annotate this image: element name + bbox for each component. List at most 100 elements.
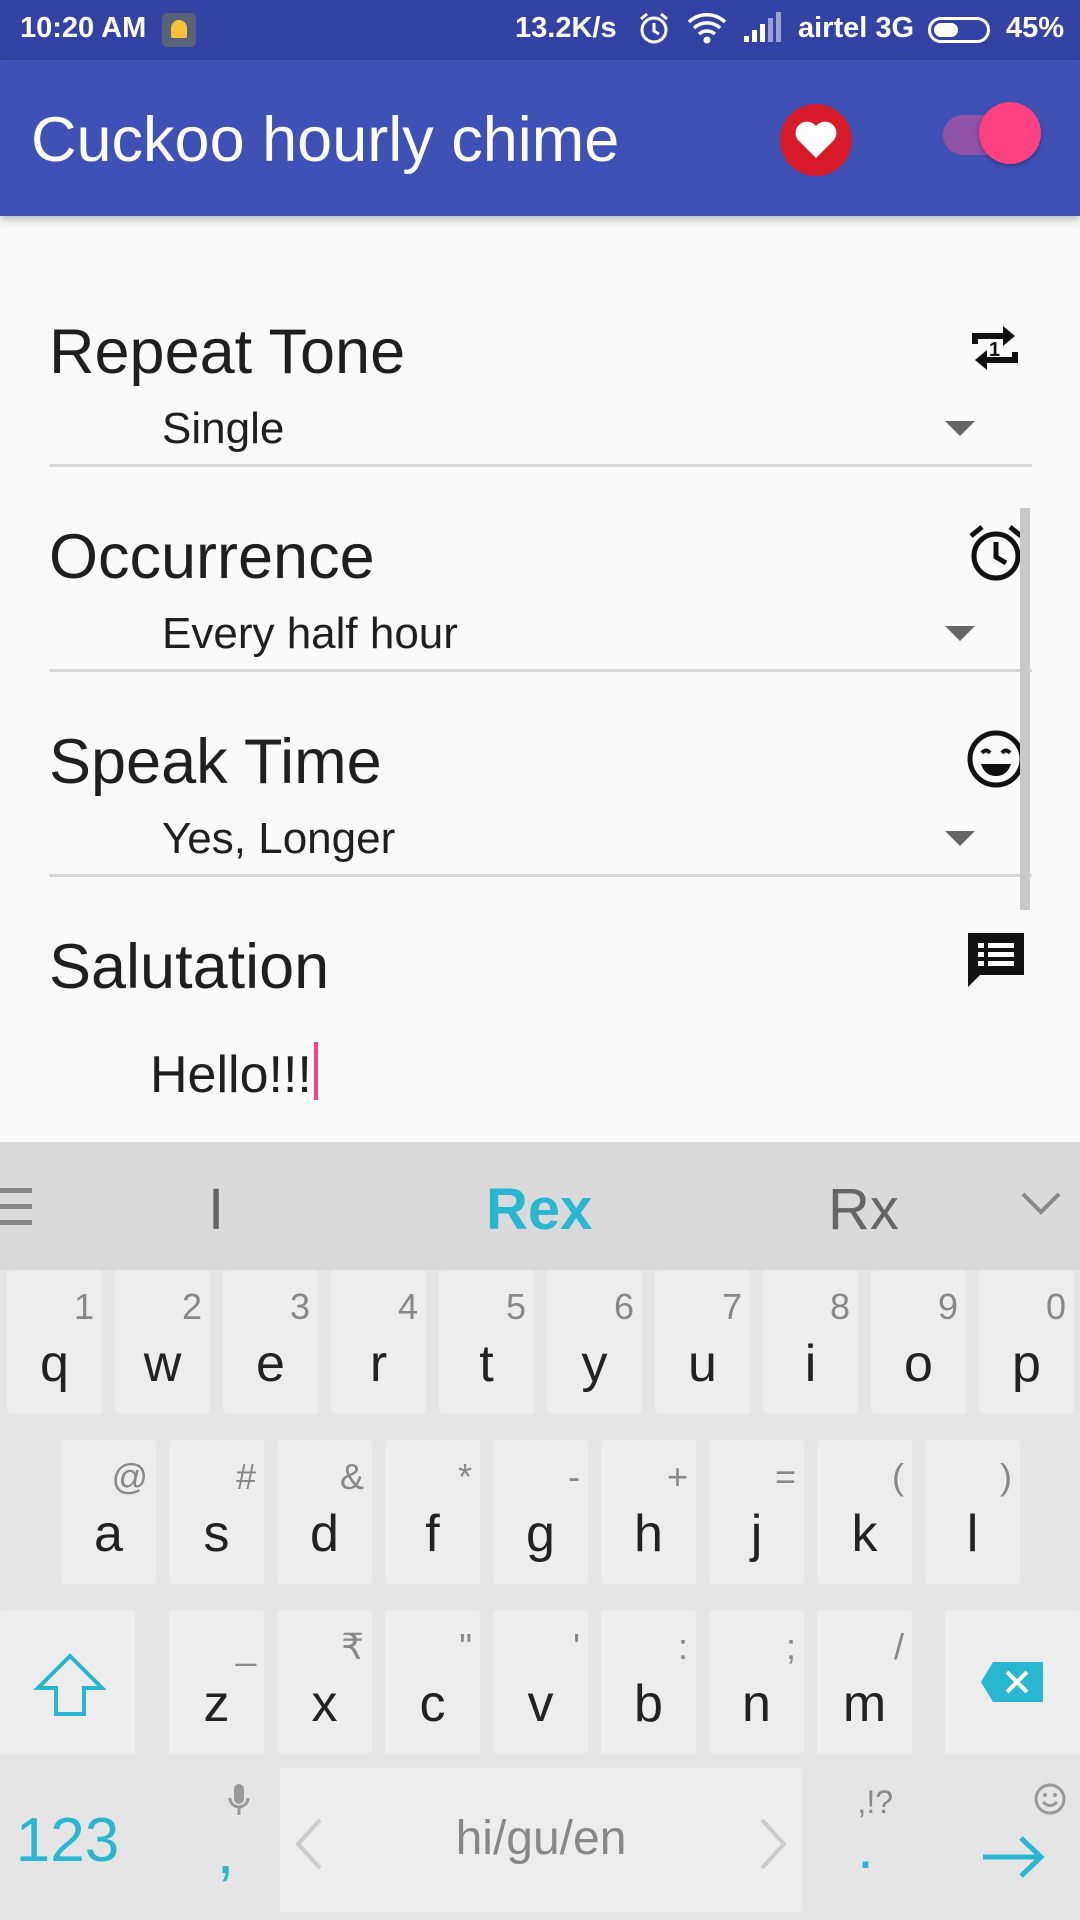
dropdown-value: Yes, Longer [162,814,396,863]
key-hint: 5 [505,1286,526,1327]
key-char: i [804,1335,817,1393]
key-hint: _ [235,1626,256,1667]
key-n[interactable]: ; n [709,1610,804,1754]
status-time: 10:20 AM [20,12,147,44]
key-l[interactable]: ) l [925,1440,1020,1584]
battery-icon [928,17,990,43]
key-hint: : [677,1626,688,1667]
suggestion-main[interactable]: Rex [486,1176,592,1243]
key-char: g [526,1505,555,1563]
microphone-icon [228,1784,250,1815]
key-k[interactable]: (k [817,1440,912,1584]
status-bar: 10:20 AM 13.2K/s airtel 3G 45% [0,0,1080,60]
heart-icon [795,121,837,158]
backspace-key[interactable] [945,1610,1080,1754]
shift-key[interactable] [0,1610,135,1754]
key-o[interactable]: 9o [871,1270,966,1414]
period-key[interactable]: ,!? . [818,1768,913,1912]
key-char: d [310,1505,339,1563]
key-hint: # [235,1456,256,1497]
key-char: m [842,1675,887,1733]
key-char: t [479,1335,494,1393]
key-hint: 3 [289,1286,310,1327]
key-char: e [256,1335,285,1393]
key-h[interactable]: + h [601,1440,696,1584]
key-hint: = [774,1456,796,1497]
key-char: s [203,1505,230,1563]
space-key[interactable]: hi/gu/en [280,1768,802,1912]
enable-toggle[interactable] [979,102,1041,164]
key-p[interactable]: 0p [979,1270,1074,1414]
key-char: w [143,1335,182,1393]
salutation-input[interactable]: Hello!!! [150,1042,318,1105]
battery-percent: 45% [1006,12,1065,44]
key-char: k [851,1505,878,1563]
chevron-down-icon[interactable] [1020,1190,1062,1221]
repeat-one-icon: 1 [965,318,1025,383]
key-c[interactable]: " c [385,1610,480,1754]
network-speed: 13.2K/s [515,12,617,44]
key-t[interactable]: 5t [439,1270,534,1414]
key-u[interactable]: 7u [655,1270,750,1414]
comma-key[interactable]: , [178,1768,273,1912]
key-f[interactable]: * f [385,1440,480,1584]
scrollbar[interactable] [1020,508,1030,910]
key-char: a [94,1505,123,1563]
key-r[interactable]: 4r [331,1270,426,1414]
key-char: c [419,1675,446,1733]
suggestion-left[interactable]: I [208,1176,224,1243]
signal-icon [742,10,782,51]
carrier-label: airtel 3G [798,12,915,44]
setting-title: Occurrence [49,522,375,592]
chevron-right-icon [760,1818,787,1870]
key-q[interactable]: 1q [7,1270,102,1414]
enter-key[interactable] [945,1768,1080,1912]
key-hint: ( [892,1456,904,1497]
menu-icon[interactable] [0,1186,34,1235]
svg-text:1: 1 [989,339,1000,361]
key-x[interactable]: ₹ x [277,1610,372,1754]
divider [49,464,1032,467]
soft-keyboard: I Rex Rx 1q2w3e4r5t6y7u8i9o0p @ a # s & d * f - g… [0,1142,1080,1920]
key-hint: 7 [721,1286,742,1327]
key-hint: 8 [829,1286,850,1327]
key-char: p [1012,1335,1041,1393]
key-w[interactable]: 2w [115,1270,210,1414]
key-char: j [750,1505,763,1563]
key-s[interactable]: # s [169,1440,264,1584]
divider [49,874,1032,877]
suggestion-bar: I Rex Rx [0,1142,1080,1270]
key-m[interactable]: / m [817,1610,912,1754]
wifi-icon [686,10,728,51]
suggestion-right[interactable]: Rx [828,1176,899,1243]
key-z[interactable]: _ z [169,1610,264,1754]
key-b[interactable]: :b [601,1610,696,1754]
key-d[interactable]: & d [277,1440,372,1584]
key-char: z [203,1675,230,1733]
key-g[interactable]: -g [493,1440,588,1584]
key-v[interactable]: ' v [493,1610,588,1754]
key-y[interactable]: 6y [547,1270,642,1414]
key-hint: 2 [181,1286,202,1327]
key-hint: ; [785,1626,796,1667]
key-a[interactable]: @ a [61,1440,156,1584]
setting-title: Speak Time [49,727,382,797]
key-hint: + [666,1456,688,1497]
arrow-right-icon [983,1836,1045,1878]
key-hint: 9 [937,1286,958,1327]
smiley-icon [965,728,1027,795]
numbers-key[interactable]: 123 [0,1768,135,1912]
key-i[interactable]: 8i [763,1270,858,1414]
key-char: q [40,1335,69,1393]
divider [49,669,1032,672]
key-hint: 1 [73,1286,94,1327]
key-char: r [369,1335,388,1393]
dropdown-value: Every half hour [162,609,458,658]
text-cursor [313,1042,318,1100]
favorite-button[interactable] [780,104,852,176]
app-bar: Cuckoo hourly chime [0,60,1080,216]
key-j[interactable]: = j [709,1440,804,1584]
key-hint: & [339,1456,364,1497]
key-e[interactable]: 3e [223,1270,318,1414]
key-char: f [425,1505,440,1563]
